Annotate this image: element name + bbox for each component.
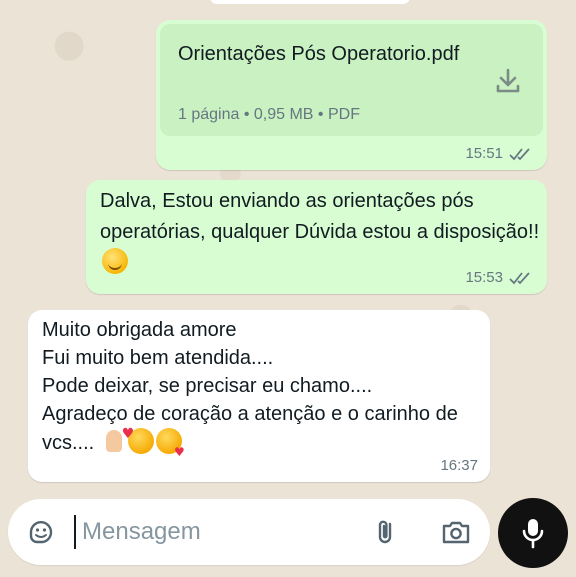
- message-time: 16:37: [440, 457, 478, 474]
- face-blowing-kiss-emoji: [155, 428, 185, 466]
- message-text: Dalva, Estou enviando as orientações pós…: [100, 190, 540, 243]
- message-composer: [8, 499, 490, 565]
- message-status: 15:53: [465, 269, 533, 286]
- outgoing-document-message[interactable]: Orientações Pós Operatorio.pdf 1 página …: [156, 20, 547, 170]
- previous-message-edge: [210, 0, 410, 4]
- incoming-text-message[interactable]: Muito obrigada amore Fui muito bem atend…: [28, 310, 490, 482]
- message-time: 15:51: [465, 145, 503, 162]
- voice-message-button[interactable]: [498, 498, 568, 568]
- message-input[interactable]: [74, 515, 342, 549]
- document-meta: 1 página • 0,95 MB • PDF: [178, 106, 360, 123]
- read-ticks-icon: [509, 147, 530, 160]
- mic-icon: [522, 519, 544, 549]
- camera-icon[interactable]: [440, 516, 472, 548]
- smiling-face-emoji: [102, 248, 128, 274]
- message-time: 15:53: [465, 269, 503, 286]
- outgoing-text-message[interactable]: Dalva, Estou enviando as orientações pós…: [86, 180, 547, 294]
- read-ticks-icon: [509, 271, 530, 284]
- message-status: 15:51: [465, 145, 533, 162]
- message-text-wrap: Muito obrigada amore Fui muito bem atend…: [42, 316, 482, 466]
- attach-icon[interactable]: [370, 516, 402, 548]
- download-icon[interactable]: [493, 66, 523, 96]
- sticker-icon[interactable]: [26, 517, 56, 547]
- message-text-wrap: Dalva, Estou enviando as orientações pós…: [100, 186, 540, 279]
- message-status: 16:37: [440, 457, 478, 474]
- document-card[interactable]: Orientações Pós Operatorio.pdf 1 página …: [160, 24, 543, 136]
- smiling-face-with-hearts-emoji: [122, 420, 154, 454]
- document-name: Orientações Pós Operatorio.pdf: [178, 43, 460, 65]
